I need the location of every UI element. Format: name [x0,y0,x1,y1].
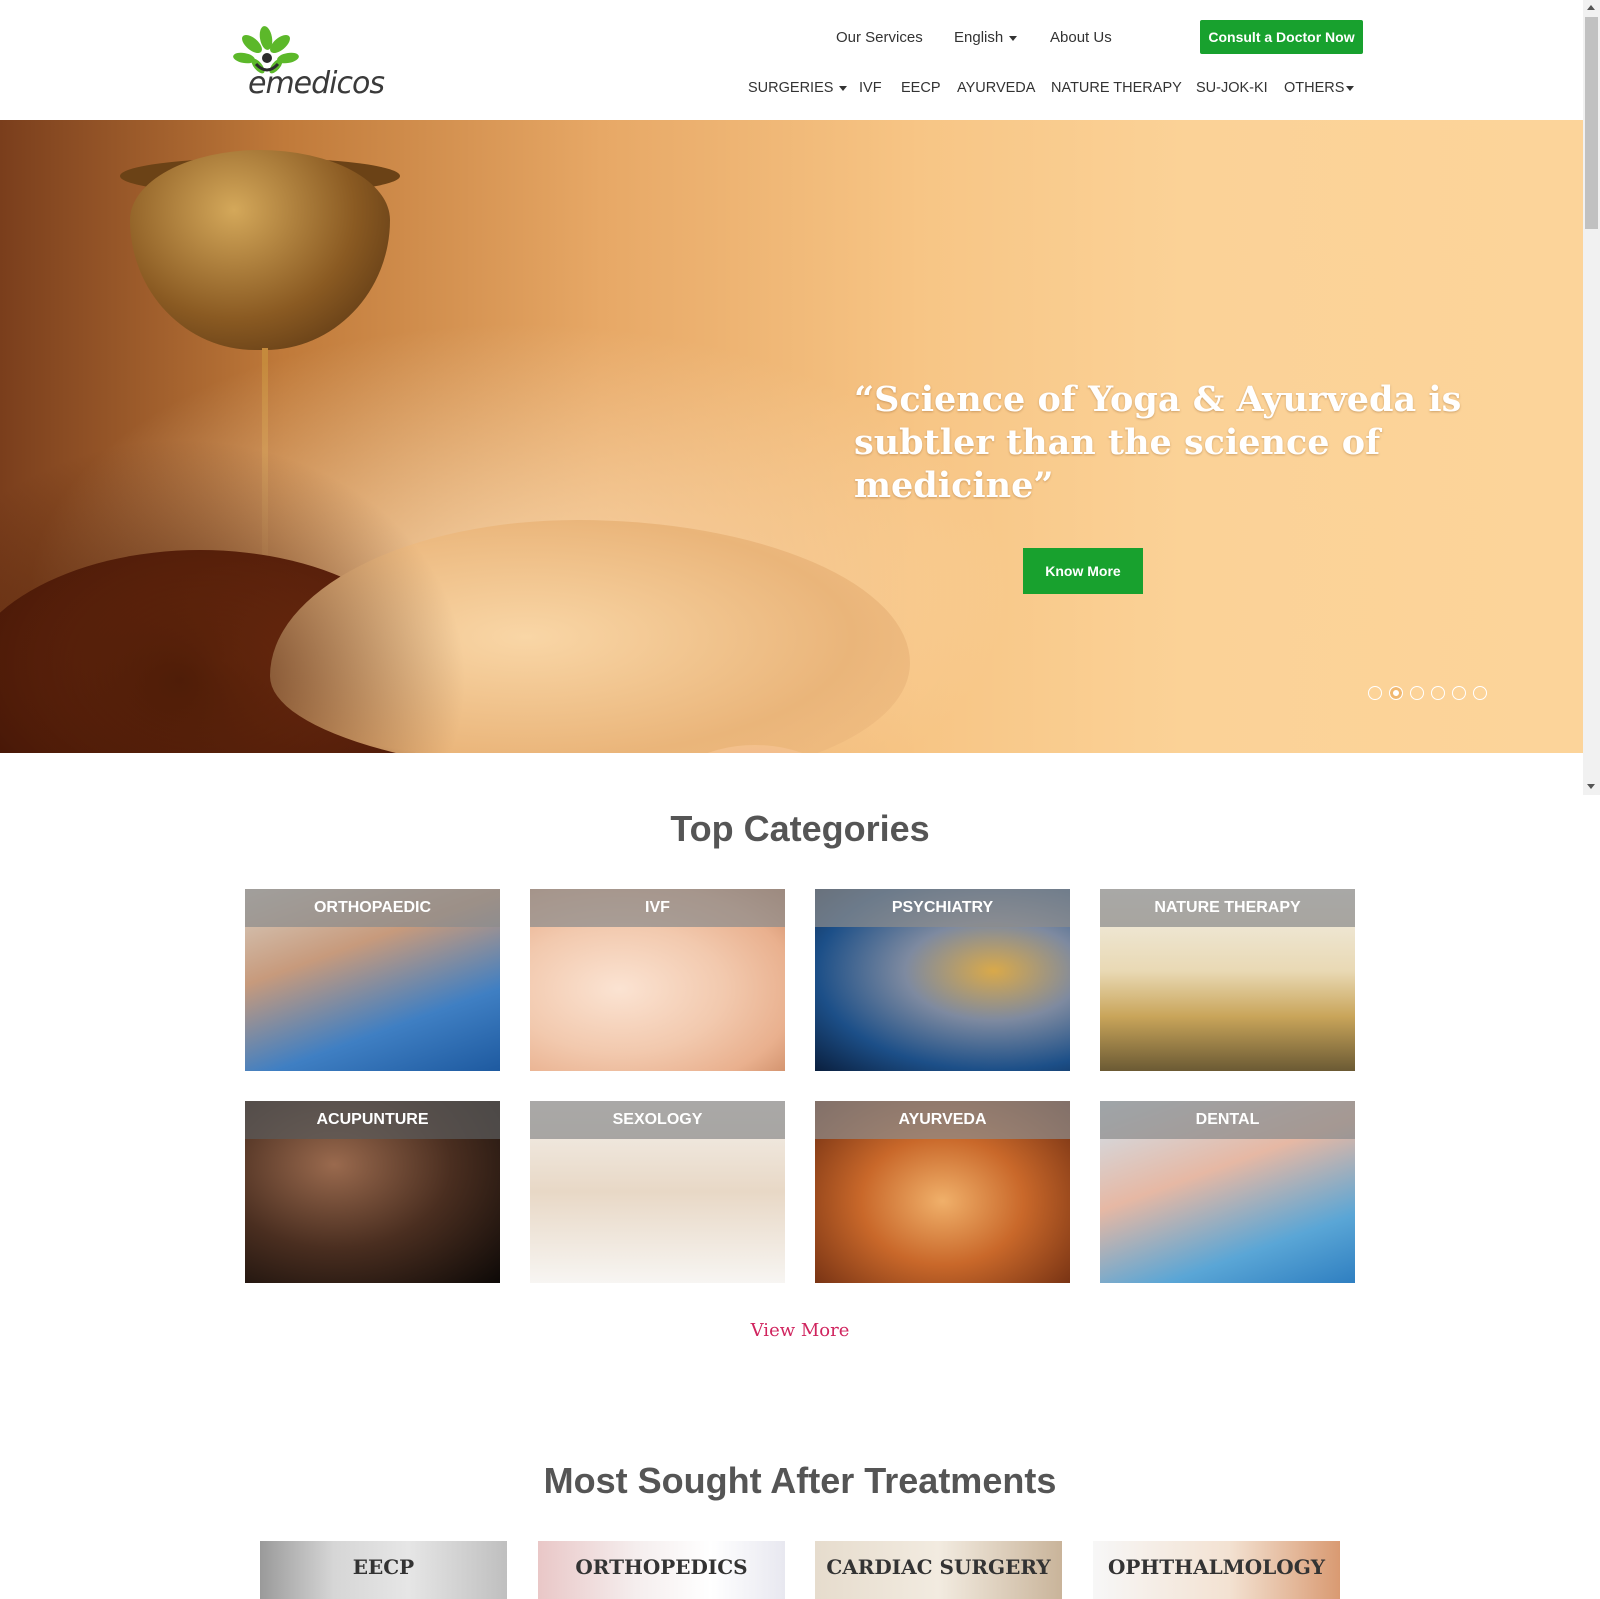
language-dropdown[interactable]: English [954,26,1018,50]
nav-ivf[interactable]: IVF [859,76,882,100]
category-label: ACUPUNTURE [245,1101,500,1139]
emedicos-logo[interactable]: emedicos [228,24,385,104]
nav-eecp[interactable]: EECP [901,76,941,100]
caret-down-icon [1009,35,1018,41]
know-more-button[interactable]: Know More [1023,548,1143,594]
hero-quote: “Science of Yoga & Ayurveda is subtler t… [854,378,1514,507]
consult-doctor-button[interactable]: Consult a Doctor Now [1200,20,1363,54]
category-label: PSYCHIATRY [815,889,1070,927]
page-scrollbar[interactable] [1583,0,1600,795]
logo-text: emedicos [248,66,385,101]
treatment-cardiac-surgery[interactable]: CARDIAC SURGERY [815,1541,1062,1599]
our-services-link[interactable]: Our Services [836,26,923,50]
nav-ayurveda[interactable]: AYURVEDA [957,76,1035,100]
treatment-label: OPHTHALMOLOGY [1107,1555,1326,1579]
category-label: DENTAL [1100,1101,1355,1139]
hero-quote-line2: subtler than the science of medicine” [854,422,1381,506]
nav-others-label: OTHERS [1284,80,1345,96]
category-label: NATURE THERAPY [1100,889,1355,927]
caret-down-icon [1346,85,1355,91]
slider-dot-5[interactable] [1452,686,1466,700]
scroll-down-arrow-icon[interactable] [1587,784,1595,789]
slider-dot-4[interactable] [1431,686,1445,700]
category-acupunture[interactable]: ACUPUNTURE [245,1101,500,1283]
category-label: SEXOLOGY [530,1101,785,1139]
treatment-orthopedics[interactable]: ORTHOPEDICS [538,1541,785,1599]
category-ayurveda[interactable]: AYURVEDA [815,1101,1070,1283]
treatment-ophthalmology[interactable]: OPHTHALMOLOGY [1093,1541,1340,1599]
category-dental[interactable]: DENTAL [1100,1101,1355,1283]
category-label: IVF [530,889,785,927]
about-us-link[interactable]: About Us [1050,26,1112,50]
slider-dot-1[interactable] [1368,686,1382,700]
language-label: English [954,29,1004,46]
top-categories-title: Top Categories [670,808,930,849]
scroll-up-arrow-icon[interactable] [1587,5,1595,10]
nav-surgeries[interactable]: SURGERIES [748,76,848,100]
nav-others[interactable]: OTHERS [1284,76,1355,100]
treatment-label: ORTHOPEDICS [575,1555,748,1579]
site-header: emedicos Our Services English About Us C… [0,0,1583,121]
category-nature-therapy[interactable]: NATURE THERAPY [1100,889,1355,1071]
caret-down-icon [839,85,848,91]
category-sexology[interactable]: SEXOLOGY [530,1101,785,1283]
treatment-label: EECP [352,1555,415,1579]
category-ivf[interactable]: IVF [530,889,785,1071]
nav-nature-therapy[interactable]: NATURE THERAPY [1051,76,1182,100]
treatment-eecp[interactable]: EECP [260,1541,507,1599]
nav-surgeries-label: SURGERIES [748,80,834,96]
category-psychiatry[interactable]: PSYCHIATRY [815,889,1070,1071]
treatments-title: Most Sought After Treatments [543,1460,1057,1501]
slider-dot-2[interactable] [1389,686,1403,700]
view-more-link[interactable]: View More [0,1320,1600,1341]
scroll-thumb[interactable] [1585,17,1598,229]
category-orthopaedic[interactable]: ORTHOPAEDIC [245,889,500,1071]
category-label: ORTHOPAEDIC [245,889,500,927]
hero-quote-line1: “Science of Yoga & Ayurveda is [854,379,1462,420]
slider-dot-6[interactable] [1473,686,1487,700]
nav-su-jok-ki[interactable]: SU-JOK-KI [1196,76,1268,100]
treatment-label: CARDIAC SURGERY [826,1555,1051,1579]
slider-dot-3[interactable] [1410,686,1424,700]
category-label: AYURVEDA [815,1101,1070,1139]
